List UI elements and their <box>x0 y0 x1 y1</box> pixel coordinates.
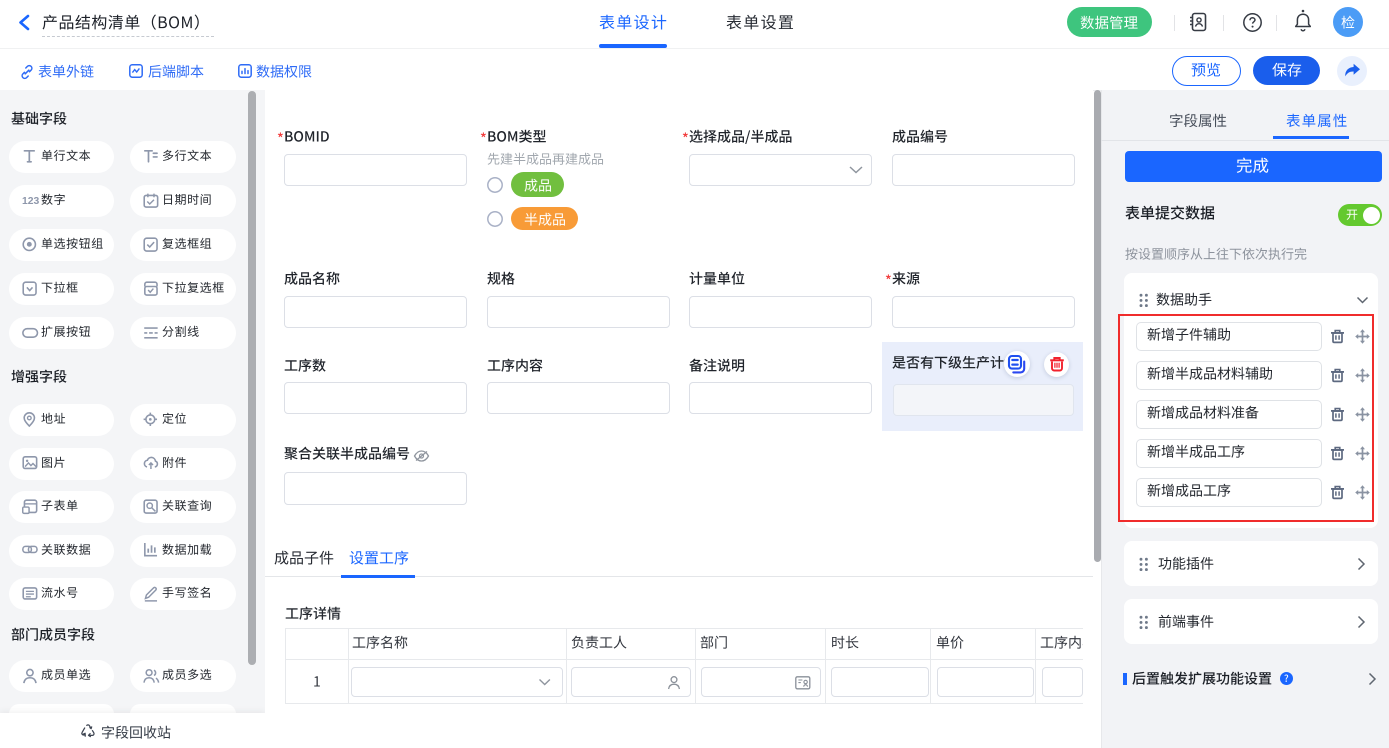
svg-text:123: 123 <box>22 196 40 207</box>
